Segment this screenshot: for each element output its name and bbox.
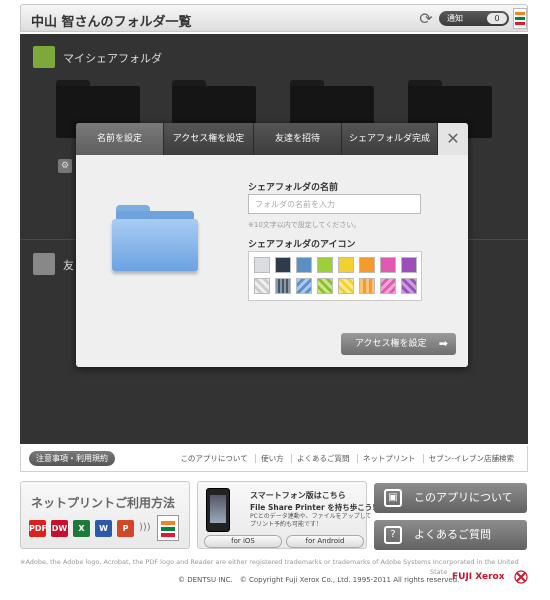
footer-link-faq[interactable]: よくあるご質問 bbox=[291, 454, 355, 463]
faq-button-label: よくあるご質問 bbox=[414, 528, 491, 541]
folder-settings-icon[interactable]: ⚙ bbox=[58, 159, 72, 173]
footer-links: このアプリについて 使い方 よくあるご質問 ネットプリント セブン-イレブン店舗… bbox=[175, 453, 519, 464]
folder-preview-icon bbox=[112, 205, 198, 275]
icon-swatch-orange[interactable] bbox=[359, 257, 375, 273]
set-access-button[interactable]: アクセス権を設定 ➡ bbox=[341, 333, 456, 355]
icon-swatch-pink[interactable] bbox=[380, 257, 396, 273]
about-app-button[interactable]: ▣ このアプリについて bbox=[374, 483, 527, 513]
step-set-name[interactable]: 名前を設定 bbox=[76, 123, 164, 155]
icon-swatch-pattern-green[interactable] bbox=[317, 278, 333, 294]
icon-swatch-pattern-pink[interactable] bbox=[380, 278, 396, 294]
notification-label: 通知 bbox=[447, 14, 463, 23]
seven-eleven-store-icon bbox=[157, 515, 179, 541]
faq-button[interactable]: ? よくあるご質問 bbox=[374, 520, 527, 550]
info-icon: ▣ bbox=[384, 489, 402, 507]
my-share-avatar-icon bbox=[33, 46, 55, 68]
folder-name-input[interactable] bbox=[248, 194, 421, 214]
footer-link-about[interactable]: このアプリについて bbox=[175, 454, 252, 463]
terms-button[interactable]: 注意事項・利用規約 bbox=[29, 451, 115, 466]
step-set-access[interactable]: アクセス権を設定 bbox=[164, 123, 254, 155]
netprint-title: ネットプリントご利用方法 bbox=[31, 496, 176, 510]
folder-icon-label: シェアフォルダのアイコン bbox=[248, 240, 356, 250]
page-title: 中山 智さんのフォルダ一覧 bbox=[31, 15, 192, 30]
about-app-button-label: このアプリについて bbox=[414, 491, 513, 504]
icon-swatch-green[interactable] bbox=[317, 257, 333, 273]
netprint-guide-panel[interactable]: ネットプリントご利用方法 PDF DW X W P ))) bbox=[20, 481, 190, 549]
icon-swatch-navy[interactable] bbox=[275, 257, 291, 273]
footer-bar: 注意事項・利用規約 このアプリについて 使い方 よくあるご質問 ネットプリント … bbox=[20, 446, 528, 472]
create-share-folder-dialog: 名前を設定 アクセス権を設定 友達を招待 シェアフォルダ完成 ✕ シェアフォルダ… bbox=[76, 123, 468, 367]
footer-link-howto[interactable]: 使い方 bbox=[255, 454, 289, 463]
xerox-x-icon bbox=[514, 570, 528, 584]
wizard-steps: 名前を設定 アクセス権を設定 友達を招待 シェアフォルダ完成 ✕ bbox=[76, 123, 468, 155]
footer-link-store-search[interactable]: セブン-イレブン店舗検索 bbox=[422, 454, 519, 463]
icon-swatch-pattern-orange[interactable] bbox=[359, 278, 375, 294]
seven-eleven-logo-icon bbox=[513, 8, 527, 29]
fuji-xerox-logo: FUJI Xerox bbox=[452, 570, 528, 584]
folder-icon-picker bbox=[248, 251, 422, 301]
smartphone-desc-line1: PCとのデータ連動や、ファイルをアップして bbox=[250, 513, 372, 520]
smartphone-icon bbox=[206, 488, 230, 532]
icon-swatch-purple[interactable] bbox=[401, 257, 417, 273]
icon-swatch-lightgray[interactable] bbox=[254, 257, 270, 273]
footer-link-netprint[interactable]: ネットプリント bbox=[356, 454, 421, 463]
smartphone-panel: スマートフォン版はこちら File Share Printer を持ち歩こう! … bbox=[197, 481, 376, 549]
close-icon[interactable]: ✕ bbox=[438, 123, 468, 155]
ios-download-button[interactable]: for iOS bbox=[204, 535, 282, 548]
app-header: 中山 智さんのフォルダ一覧 ⟳ 通知 0 bbox=[20, 4, 528, 32]
docuworks-icon: DW bbox=[51, 520, 68, 537]
notification-button[interactable]: 通知 0 bbox=[439, 11, 509, 26]
friend-section-label: 友 bbox=[63, 259, 74, 272]
powerpoint-icon: P bbox=[117, 520, 134, 537]
icon-swatch-pattern-navy[interactable] bbox=[275, 278, 291, 294]
notification-count: 0 bbox=[487, 13, 507, 24]
step-invite-friends[interactable]: 友達を招待 bbox=[254, 123, 342, 155]
smartphone-desc-line2: プリント予約も可能です！ bbox=[250, 521, 323, 528]
excel-icon: X bbox=[73, 520, 90, 537]
adobe-trademark-notice: ※Adobe, the Adobe logo, Acrobat, the PDF… bbox=[20, 558, 519, 566]
set-access-button-label: アクセス権を設定 bbox=[355, 339, 427, 349]
my-share-label: マイシェアフォルダ bbox=[63, 52, 162, 65]
folder-name-hint: ※10文字以内で設定してください。 bbox=[248, 221, 361, 229]
help-icon: ? bbox=[384, 526, 402, 544]
step-complete[interactable]: シェアフォルダ完成 bbox=[342, 123, 438, 155]
copyright-text: © DENTSU INC. © Copyright Fuji Xerox Co.… bbox=[178, 576, 460, 584]
smartphone-title: スマートフォン版はこちら bbox=[250, 491, 346, 500]
icon-swatch-pattern-blue[interactable] bbox=[296, 278, 312, 294]
icon-swatch-blue[interactable] bbox=[296, 257, 312, 273]
smartphone-description: PCとのデータ連動や、ファイルをアップして プリント予約も可能です！ bbox=[250, 513, 371, 529]
icon-swatch-pattern-purple[interactable] bbox=[401, 278, 417, 294]
folder-name-label: シェアフォルダの名前 bbox=[248, 183, 339, 193]
fuji-xerox-wordmark: FUJI Xerox bbox=[452, 572, 505, 582]
icon-swatch-yellow[interactable] bbox=[338, 257, 354, 273]
word-icon: W bbox=[95, 520, 112, 537]
arrow-right-icon: ➡ bbox=[438, 337, 448, 350]
signal-icon: ))) bbox=[139, 522, 151, 533]
friend-avatar-icon bbox=[33, 253, 55, 275]
icon-swatch-pattern-gray[interactable] bbox=[254, 278, 270, 294]
icon-swatch-pattern-yellow[interactable] bbox=[338, 278, 354, 294]
refresh-icon[interactable]: ⟳ bbox=[417, 10, 435, 28]
smartphone-subtitle: File Share Printer を持ち歩こう! bbox=[250, 503, 376, 512]
android-download-button[interactable]: for Android bbox=[286, 535, 364, 548]
pdf-icon: PDF bbox=[29, 520, 47, 537]
